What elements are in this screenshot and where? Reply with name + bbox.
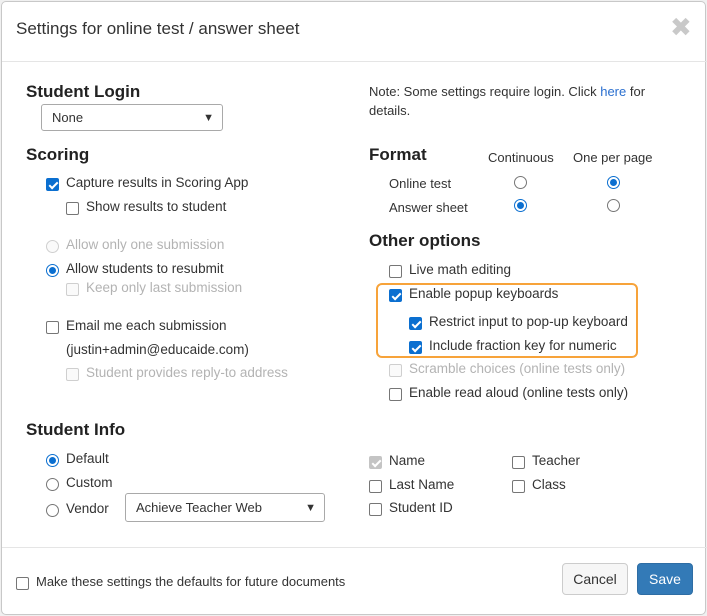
read-aloud-checkbox[interactable]	[389, 388, 402, 401]
field-teacher-checkbox[interactable]	[512, 456, 525, 469]
dialog-title: Settings for online test / answer sheet	[16, 19, 300, 38]
field-last-name-label: Last Name	[389, 477, 455, 492]
student-info-custom-radio[interactable]	[46, 478, 59, 491]
note-text: Note: Some settings require login. Click	[369, 84, 601, 99]
login-note: Note: Some settings require login. Click…	[369, 84, 645, 99]
format-row-answer-sheet: Answer sheet	[389, 200, 468, 215]
settings-dialog: Settings for online test / answer sheet …	[1, 1, 707, 615]
scramble-choices-label: Scramble choices (online tests only)	[409, 361, 626, 376]
fraction-key-label: Include fraction key for numeric	[429, 338, 617, 353]
format-heading: Format	[369, 145, 427, 164]
student-login-heading: Student Login	[26, 82, 141, 101]
format-col-continuous: Continuous	[488, 150, 554, 165]
online-continuous-radio[interactable]	[514, 176, 527, 189]
reply-to-label: Student provides reply-to address	[86, 365, 288, 380]
note-text-suffix: for	[626, 84, 646, 99]
chevron-down-icon: ▼	[203, 112, 214, 124]
header-divider	[2, 61, 707, 62]
format-row-online-test: Online test	[389, 176, 452, 191]
popup-keyboards-label: Enable popup keyboards	[409, 286, 559, 301]
show-results-checkbox[interactable]	[66, 202, 79, 215]
chevron-down-icon: ▼	[305, 502, 316, 514]
field-last-name-checkbox[interactable]	[369, 480, 382, 493]
close-icon[interactable]: ✖	[670, 12, 692, 42]
allow-one-submission-radio[interactable]	[46, 240, 59, 253]
vendor-select[interactable]: Achieve Teacher Web ▼	[125, 493, 325, 522]
live-math-checkbox[interactable]	[389, 265, 402, 278]
field-name-checkbox[interactable]	[369, 456, 382, 469]
field-class-checkbox[interactable]	[512, 480, 525, 493]
fraction-key-checkbox[interactable]	[409, 341, 422, 354]
online-one-per-page-radio[interactable]	[607, 176, 620, 189]
email-submission-label: Email me each submission	[66, 318, 227, 333]
student-info-custom-label: Custom	[66, 475, 113, 490]
email-address: (justin+admin@educaide.com)	[66, 342, 249, 357]
restrict-input-checkbox[interactable]	[409, 317, 422, 330]
field-name-label: Name	[389, 453, 426, 468]
allow-one-submission-label: Allow only one submission	[66, 237, 225, 252]
save-button[interactable]: Save	[637, 563, 693, 595]
keep-last-submission-label: Keep only last submission	[86, 280, 243, 295]
other-options-heading: Other options	[369, 231, 481, 250]
student-info-heading: Student Info	[26, 420, 126, 439]
format-col-one-per-page: One per page	[573, 150, 653, 165]
make-defaults-checkbox[interactable]	[16, 577, 29, 590]
note-here-link[interactable]: here	[600, 84, 626, 99]
make-defaults-label: Make these settings the defaults for fut…	[36, 574, 346, 589]
student-login-select[interactable]: None ▼	[41, 104, 223, 131]
keep-last-submission-checkbox[interactable]	[66, 283, 79, 296]
popup-keyboards-checkbox[interactable]	[389, 289, 402, 302]
answer-one-per-page-radio[interactable]	[607, 199, 620, 212]
field-student-id-checkbox[interactable]	[369, 503, 382, 516]
allow-resubmit-radio[interactable]	[46, 264, 59, 277]
email-submission-checkbox[interactable]	[46, 321, 59, 334]
scoring-heading: Scoring	[26, 145, 90, 164]
field-teacher-label: Teacher	[532, 453, 581, 468]
read-aloud-label: Enable read aloud (online tests only)	[409, 385, 629, 400]
student-info-vendor-label: Vendor	[66, 501, 109, 516]
capture-results-checkbox[interactable]	[46, 178, 59, 191]
restrict-input-label: Restrict input to pop-up keyboard	[429, 314, 628, 329]
live-math-label: Live math editing	[409, 262, 512, 277]
student-info-default-label: Default	[66, 451, 109, 466]
student-login-select-value: None	[52, 110, 84, 125]
cancel-button[interactable]: Cancel	[562, 563, 628, 595]
field-class-label: Class	[532, 477, 566, 492]
capture-results-label: Capture results in Scoring App	[66, 175, 249, 190]
show-results-label: Show results to student	[86, 199, 227, 214]
scramble-choices-checkbox[interactable]	[389, 364, 402, 377]
footer-divider	[2, 547, 707, 548]
student-info-default-radio[interactable]	[46, 454, 59, 467]
reply-to-checkbox[interactable]	[66, 368, 79, 381]
answer-continuous-radio[interactable]	[514, 199, 527, 212]
student-info-vendor-radio[interactable]	[46, 504, 59, 517]
allow-resubmit-label: Allow students to resubmit	[66, 261, 224, 276]
field-student-id-label: Student ID	[389, 500, 453, 515]
note-text-line2: details.	[369, 103, 411, 118]
vendor-select-value: Achieve Teacher Web	[136, 500, 262, 515]
